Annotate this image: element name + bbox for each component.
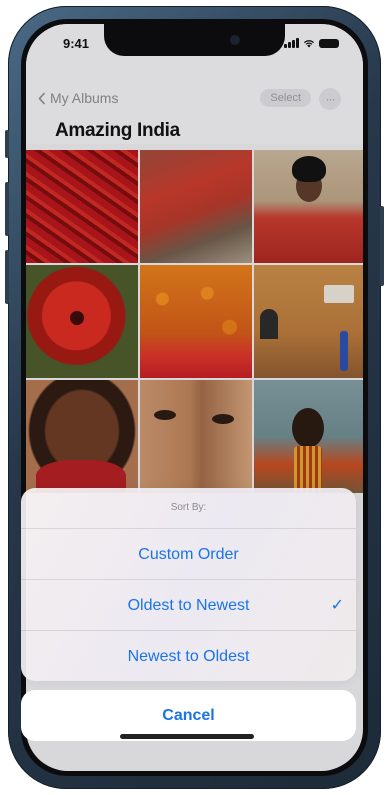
notch	[104, 24, 285, 56]
sort-option-oldest-to-newest[interactable]: Oldest to Newest ✓	[21, 579, 356, 631]
sort-action-sheet: Sort By: Custom Order Oldest to Newest ✓…	[21, 488, 356, 681]
power-button	[380, 206, 384, 286]
sort-option-newest-to-oldest[interactable]: Newest to Oldest	[21, 630, 356, 681]
volume-down-button	[5, 250, 9, 304]
sort-option-label: Oldest to Newest	[127, 597, 250, 614]
volume-up-button	[5, 182, 9, 236]
wifi-icon	[304, 40, 314, 48]
sort-option-label: Newest to Oldest	[127, 648, 250, 665]
home-indicator[interactable]	[120, 734, 254, 739]
status-time: 9:41	[63, 36, 90, 51]
status-icons	[284, 38, 339, 48]
battery-icon	[319, 39, 339, 48]
checkmark-icon: ✓	[330, 597, 344, 614]
front-camera	[230, 35, 240, 45]
action-button	[5, 130, 9, 158]
sort-sheet-title: Sort By:	[170, 502, 207, 513]
sort-option-custom-order[interactable]: Custom Order	[21, 528, 356, 580]
sort-option-label: Custom Order	[138, 546, 239, 563]
cellular-signal-icon	[284, 38, 299, 48]
